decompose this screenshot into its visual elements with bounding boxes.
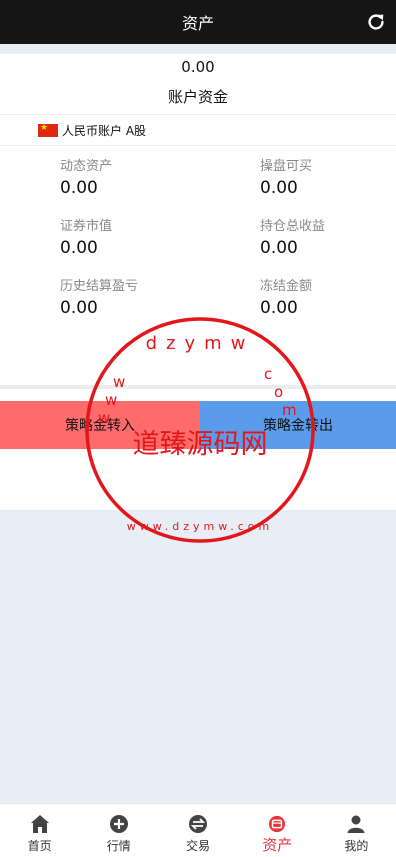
stat-value: 0.00 [60,238,98,258]
stat-value: 0.00 [60,178,98,198]
account-name: 人民币账户 A股 [62,123,147,138]
tab-label: 行情 [106,839,131,853]
tab-label: 首页 [27,839,52,853]
balance-value: 0.00 [181,58,215,76]
bottom-tabbar: 首页 行情 交易 资产 我的 [0,803,396,857]
refresh-icon[interactable] [364,10,388,34]
stat-value: 0.00 [60,298,98,318]
home-icon [30,814,50,834]
balance-label: 账户资金 [167,88,228,106]
stat-label: 动态资产 [60,159,113,174]
exchange-icon [188,814,208,834]
tab-profile[interactable]: 我的 [317,804,396,857]
page-title: 资产 [181,14,214,33]
stat-value: 0.00 [260,238,298,258]
divider [0,114,396,115]
tab-assets[interactable]: 资产 [238,804,317,857]
stat-label: 操盘可买 [260,159,313,174]
transfer-in-button[interactable]: 策略金转入 [0,401,200,449]
wallet-icon [267,814,287,834]
stat-label: 证券市值 [60,219,113,234]
stat-label: 持仓总收益 [260,219,326,234]
stat-total-return: 持仓总收益 0.00 [260,218,396,260]
stat-label: 历史结算盈亏 [60,279,139,294]
china-flag-icon: ★ [38,123,58,137]
tab-label: 资产 [262,836,293,854]
stat-dynamic-assets: 动态资产 0.00 [60,158,200,200]
tab-home[interactable]: 首页 [0,804,79,857]
tab-trade[interactable]: 交易 [158,804,237,857]
stamp-url-bottom: www.dzymw.com [127,520,273,533]
tab-label: 我的 [344,839,369,853]
stat-market-value: 证券市值 0.00 [60,218,200,260]
stat-buyable: 操盘可买 0.00 [260,158,396,200]
tab-label: 交易 [186,839,211,853]
stat-settled-pnl: 历史结算盈亏 0.00 [60,278,200,320]
stat-label: 冻结金额 [260,279,313,294]
plus-circle-icon [109,814,129,834]
stat-value: 0.00 [260,178,298,198]
account-row: ★ 人民币账户 A股 [38,120,146,140]
header-bar: 资产 [0,0,396,44]
section-divider [0,385,396,389]
user-icon [346,814,366,834]
stat-value: 0.00 [260,298,298,318]
transfer-out-button[interactable]: 策略金转出 [200,401,396,449]
stat-frozen: 冻结金额 0.00 [260,278,396,320]
divider [0,145,396,146]
tab-market[interactable]: 行情 [79,804,158,857]
